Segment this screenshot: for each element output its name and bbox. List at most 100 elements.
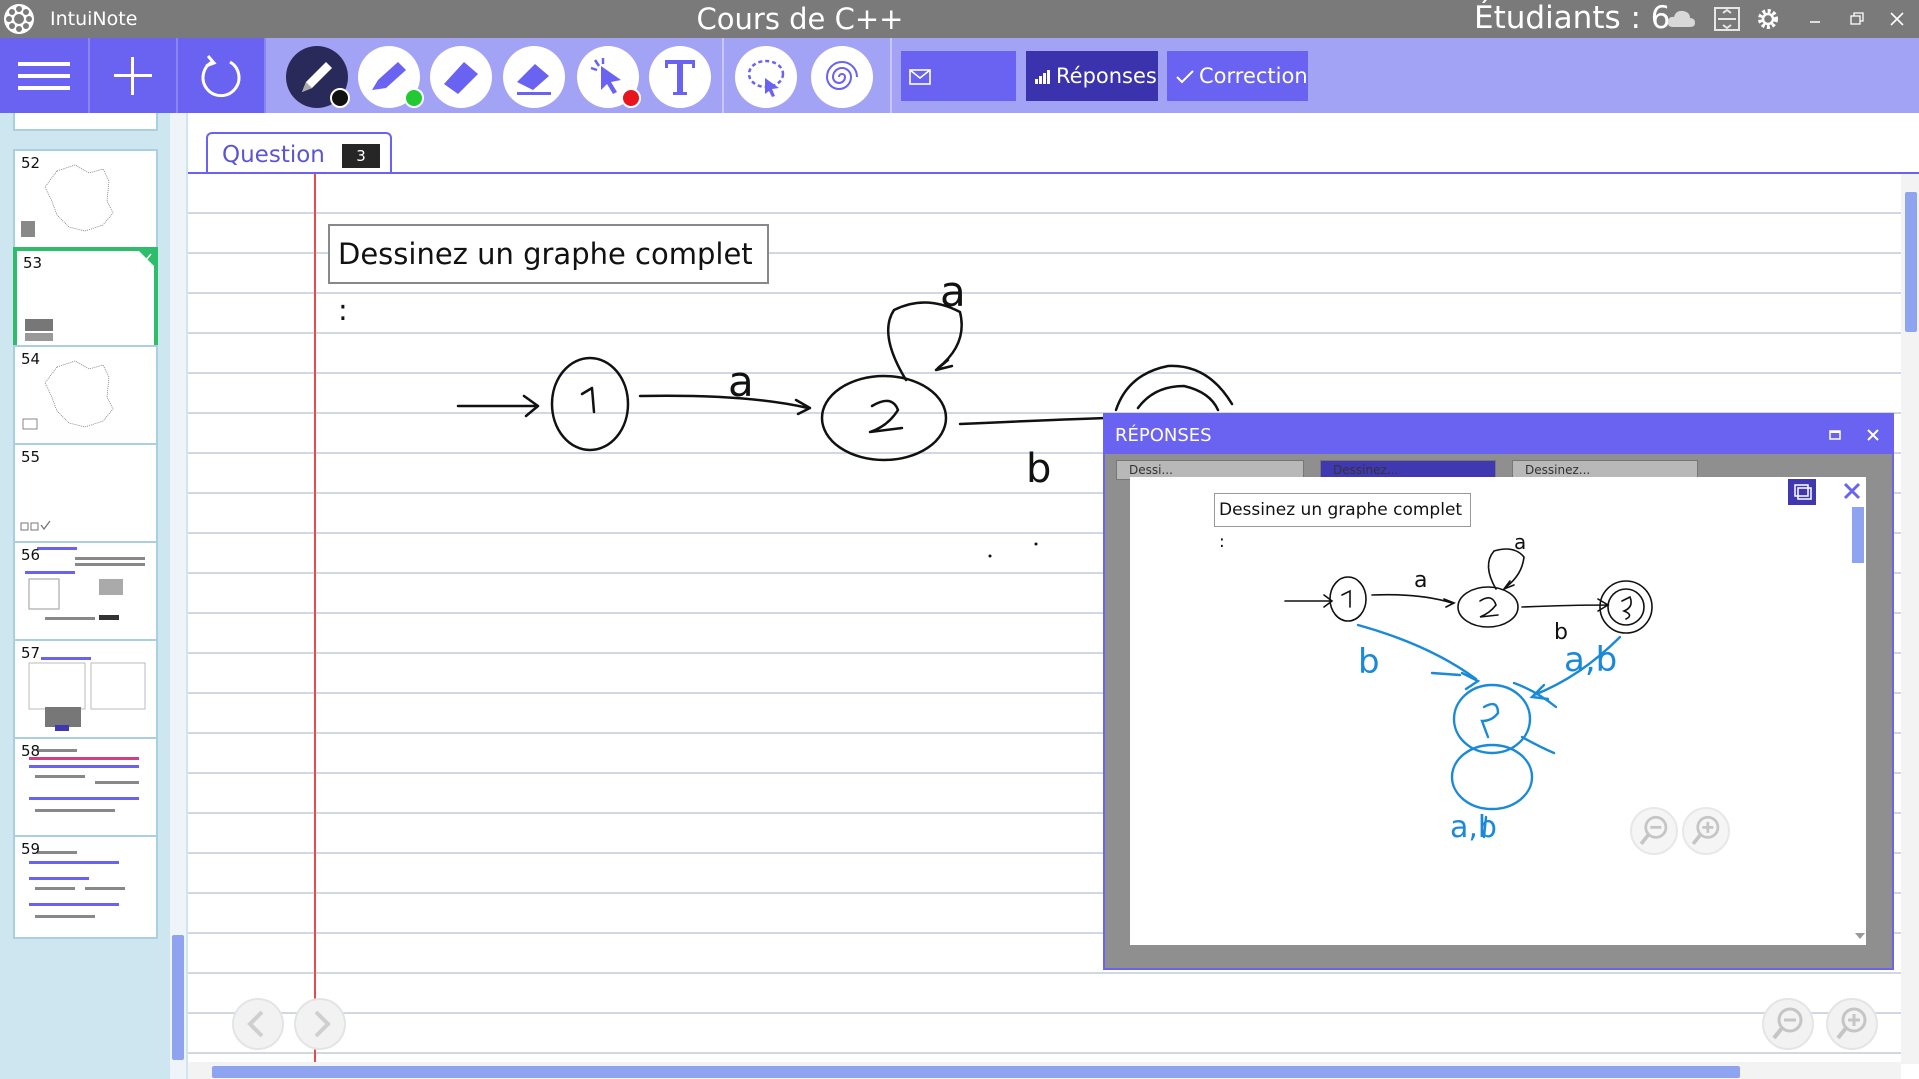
transition-1-2 (638, 394, 812, 416)
card-label-a-1: a (1414, 568, 1427, 593)
response-tab-label: Dessinez... (1333, 463, 1399, 477)
page-thumbnail[interactable]: 54 (13, 345, 158, 449)
page-thumbnail[interactable]: 58 (13, 737, 158, 841)
start-arrow (456, 394, 540, 418)
spiral-icon (825, 61, 858, 90)
document-title: Cours de C++ (696, 2, 904, 36)
clear-tool-button[interactable] (503, 46, 565, 108)
eraser-icon (444, 62, 478, 94)
responses-label: Réponses (1056, 64, 1157, 88)
question-number-badge: 3 (342, 144, 380, 168)
label-a-2: a (940, 267, 966, 316)
hamburger-icon (18, 62, 70, 90)
page-thumbnail-selected[interactable]: 53 (13, 247, 158, 351)
question-tab-label: Question (222, 142, 325, 168)
label-a-1: a (728, 357, 754, 406)
student-response-card[interactable]: a a b b a,b a,b Dessinez un graphe compl… (1130, 477, 1866, 945)
menu-button[interactable] (0, 38, 88, 113)
eraser-tool-button[interactable] (430, 46, 492, 108)
highlighter-tool-button[interactable] (358, 46, 424, 108)
page-thumbnails-sidebar: 52 53 54 55 56 57 58 59 (0, 113, 188, 1079)
card-label-a-2: a (1514, 530, 1526, 554)
responses-header: RÉPONSES (1105, 415, 1892, 454)
state-3-partial (1114, 364, 1234, 412)
close-icon[interactable] (1863, 425, 1883, 445)
chevron-right-icon (314, 1010, 331, 1038)
send-button[interactable]: Envoyer (901, 51, 1016, 138)
main-toolbar: Envoyer Réponses Correction (0, 38, 1919, 138)
card-zoom-in-button[interactable] (1682, 807, 1730, 855)
question-tab[interactable]: Question 3 (206, 132, 392, 174)
state-2 (820, 374, 948, 462)
responses-button[interactable]: Réponses (1026, 51, 1158, 101)
checkmark-icon (1176, 70, 1194, 84)
card-zoom-out-button[interactable] (1630, 807, 1678, 855)
restore-icon[interactable] (1842, 5, 1872, 33)
vertical-scrollbar-thumb[interactable] (1905, 192, 1917, 332)
spiral-tool-button[interactable] (811, 46, 873, 108)
page-number: 59 (21, 840, 41, 858)
send-label: Envoyer (909, 114, 995, 138)
app-name: IntuiNote (50, 8, 138, 30)
label-b-1: b (1026, 446, 1051, 492)
maximize-icon[interactable] (1825, 425, 1845, 445)
response-tab-label: Dessi... (1129, 463, 1173, 477)
zoom-in-button[interactable] (1826, 998, 1878, 1050)
expand-response-icon[interactable] (1788, 479, 1816, 505)
text-icon (665, 60, 695, 95)
minimize-icon[interactable] (1800, 5, 1830, 33)
page-thumbnail[interactable]: 55 (13, 443, 158, 547)
page-number: 57 (21, 644, 41, 662)
card-question-prompt: Dessinez un graphe complet : (1214, 493, 1471, 552)
pointer-color-swatch[interactable] (621, 88, 641, 108)
card-label-ab-1: a,b (1564, 640, 1617, 680)
lasso-select-icon (747, 59, 785, 97)
card-scrollbar-thumb[interactable] (1852, 507, 1864, 563)
horizontal-scrollbar-thumb[interactable] (212, 1066, 1740, 1078)
plus-icon (114, 57, 152, 95)
highlighter-color-swatch[interactable] (404, 88, 424, 108)
pen-tool-button[interactable] (286, 46, 350, 108)
screen-share-icon[interactable] (1712, 5, 1742, 33)
students-count: Étudiants : 6 (1474, 0, 1671, 36)
zoom-out-button[interactable] (1762, 998, 1814, 1050)
responses-title: RÉPONSES (1115, 425, 1212, 446)
bar-chart-icon (1035, 70, 1050, 84)
student-graph-drawing: a a b b a,b a,b (1284, 530, 1653, 845)
previous-page-button[interactable] (232, 998, 284, 1050)
zoom-in-icon (1836, 1007, 1867, 1040)
add-page-button[interactable] (90, 38, 176, 113)
envelope-icon (909, 69, 931, 85)
correction-button[interactable]: Correction (1167, 51, 1308, 101)
close-response-icon[interactable] (1840, 479, 1864, 503)
zoom-in-icon (1691, 815, 1720, 845)
cloud-icon[interactable] (1666, 5, 1696, 33)
chevron-left-icon (247, 1010, 264, 1038)
lasso-tool-button[interactable] (735, 46, 797, 108)
eraser-clear-icon (517, 64, 551, 95)
sidebar-scrollbar-thumb[interactable] (172, 935, 184, 1060)
page-thumbnail[interactable]: 59 (13, 835, 158, 939)
page-thumbnail[interactable]: 57 (13, 639, 158, 743)
refresh-button[interactable] (178, 38, 264, 113)
page-thumbnail[interactable]: 56 (13, 541, 158, 645)
transition-2-3 (958, 416, 1108, 426)
text-tool-button[interactable] (649, 46, 711, 108)
close-window-icon[interactable] (1882, 5, 1912, 33)
gear-icon[interactable] (1753, 5, 1783, 33)
pen-color-swatch[interactable] (330, 88, 350, 108)
page-thumbnail[interactable]: 52 (13, 149, 158, 253)
correction-label: Correction (1199, 64, 1308, 88)
next-page-button[interactable] (294, 998, 346, 1050)
response-tab-label: Dessinez... (1525, 463, 1591, 477)
page-number: 54 (21, 350, 41, 368)
refresh-icon (201, 55, 241, 98)
page-thumbnail[interactable] (13, 113, 158, 131)
title-bar: IntuiNote Cours de C++ Étudiants : 6 (0, 0, 1919, 38)
pointer-tool-button[interactable] (577, 46, 641, 108)
card-scroll-down-icon[interactable] (1854, 931, 1866, 941)
page-number: 58 (21, 742, 41, 760)
toolbar-divider (722, 38, 724, 113)
state-1 (550, 356, 630, 452)
page-number: 53 (23, 254, 43, 272)
